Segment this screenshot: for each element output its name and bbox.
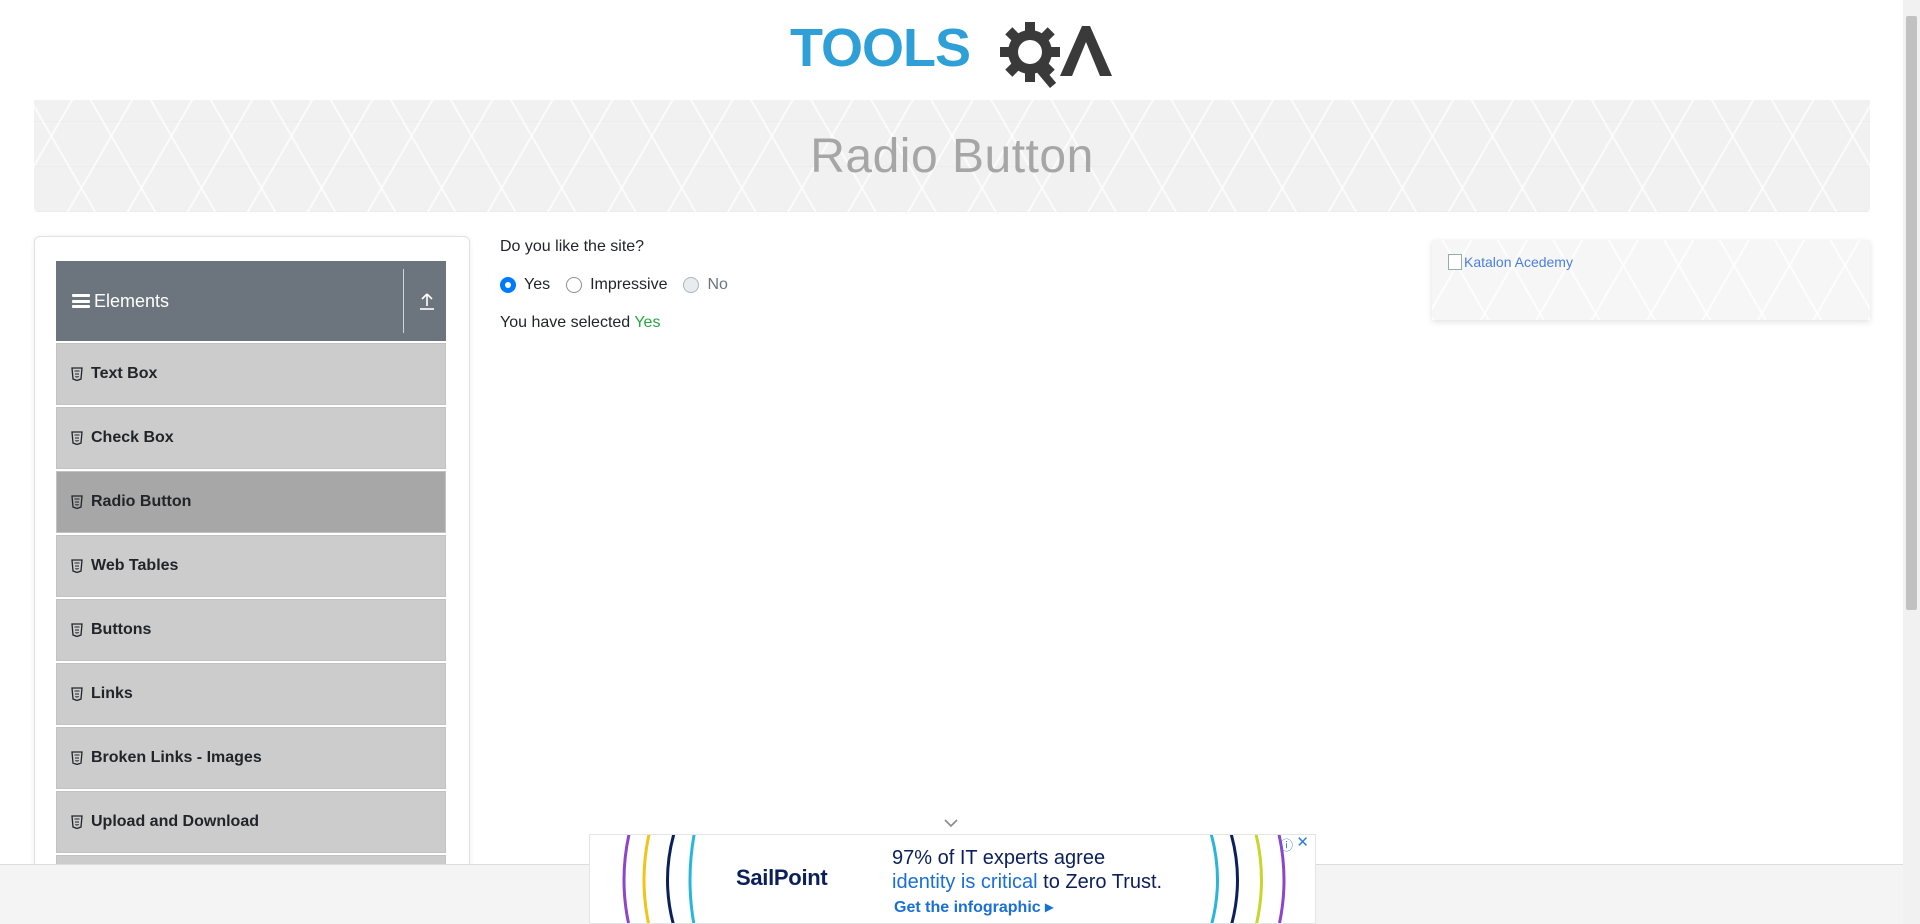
sidebar-item-upload-and-download[interactable]: Upload and Download xyxy=(56,791,446,853)
html5-icon xyxy=(71,367,83,381)
result-prefix: You have selected xyxy=(500,314,635,331)
sailpoint-logo[interactable]: SailPoint xyxy=(736,865,828,891)
katalon-ad-image[interactable]: Katalon Acedemy xyxy=(1448,254,1573,270)
radio-yes[interactable]: Yes xyxy=(500,276,550,294)
html5-icon xyxy=(71,815,83,829)
html5-icon xyxy=(71,431,83,445)
html5-icon xyxy=(71,559,83,573)
selection-result: You have selected Yes xyxy=(500,314,1400,332)
page-banner: Radio Button xyxy=(34,100,1870,212)
hamburger-icon xyxy=(72,294,90,308)
question-text: Do you like the site? xyxy=(500,238,645,255)
toolsqa-logo[interactable]: TOOLS xyxy=(790,14,1120,92)
collapse-arrow-icon[interactable] xyxy=(418,291,436,311)
page-title: Radio Button xyxy=(810,129,1094,183)
result-value: Yes xyxy=(634,314,661,331)
sidebar-item-label: Upload and Download xyxy=(91,813,259,830)
sidebar-item-label: Broken Links - Images xyxy=(91,749,262,766)
sidebar-item-label: Links xyxy=(91,685,133,702)
chevron-down-icon[interactable] xyxy=(943,818,959,828)
elements-menu-list: Text Box Check Box Radio Button Web Tabl… xyxy=(56,343,446,919)
elements-group-header[interactable]: Elements xyxy=(56,261,446,341)
html5-icon xyxy=(71,687,83,701)
radio-no-input xyxy=(683,277,700,293)
radio-impressive-input[interactable] xyxy=(566,277,583,293)
ad-emphasis: identity is critical xyxy=(892,871,1038,893)
page-scrollbar[interactable] xyxy=(1903,0,1920,924)
sidebar-item-label: Web Tables xyxy=(91,557,179,574)
group-title: Elements xyxy=(94,290,170,311)
sidebar-item-buttons[interactable]: Buttons xyxy=(56,599,446,661)
header-divider xyxy=(403,269,404,333)
info-icon[interactable]: ⓘ xyxy=(1280,835,1293,854)
radio-yes-label[interactable]: Yes xyxy=(524,276,550,294)
sidebar-item-links[interactable]: Links xyxy=(56,663,446,725)
broken-image-icon xyxy=(1448,254,1462,270)
html5-icon xyxy=(71,495,83,509)
scrollbar-thumb[interactable] xyxy=(1906,16,1917,610)
sidebar-item-label: Check Box xyxy=(91,429,174,446)
main-content: Do you like the site? Yes Impressive No … xyxy=(500,236,1400,332)
sidebar-item-web-tables[interactable]: Web Tables xyxy=(56,535,446,597)
radio-group: Yes Impressive No xyxy=(500,276,1400,294)
close-icon[interactable]: ✕ xyxy=(1296,835,1309,851)
left-panel: Elements Text Box Check Box Radio Button… xyxy=(34,236,470,924)
radio-yes-input[interactable] xyxy=(500,277,516,293)
sidebar-item-label: Radio Button xyxy=(91,493,192,510)
radio-impressive[interactable]: Impressive xyxy=(566,276,667,294)
ad-headline: 97% of IT experts agree xyxy=(892,847,1106,869)
katalon-ad-box[interactable]: Katalon Acedemy xyxy=(1432,240,1870,320)
html5-icon xyxy=(71,623,83,637)
ad-cta-link[interactable]: Get the infographic ▸ xyxy=(894,897,1053,917)
sidebar-item-radio-button[interactable]: Radio Button xyxy=(56,471,446,533)
ad-alt-text[interactable]: Katalon Acedemy xyxy=(1464,254,1573,270)
sidebar-item-broken-links-images[interactable]: Broken Links - Images xyxy=(56,727,446,789)
ad-subheadline-rest: to Zero Trust. xyxy=(1037,871,1163,893)
ad-subheadline: identity is critical to Zero Trust. xyxy=(892,871,1162,894)
sidebar-item-text-box[interactable]: Text Box xyxy=(56,343,446,405)
radio-no-label: No xyxy=(707,276,728,293)
radio-impressive-label[interactable]: Impressive xyxy=(590,276,667,294)
radio-no: No xyxy=(683,276,728,294)
html5-icon xyxy=(71,751,83,765)
sailpoint-ad[interactable]: SailPoint 97% of IT experts agree identi… xyxy=(589,834,1316,924)
sidebar-item-check-box[interactable]: Check Box xyxy=(56,407,446,469)
svg-text:TOOLS: TOOLS xyxy=(790,18,970,78)
sidebar-item-label: Text Box xyxy=(91,365,158,382)
sidebar-item-label: Buttons xyxy=(91,621,152,638)
